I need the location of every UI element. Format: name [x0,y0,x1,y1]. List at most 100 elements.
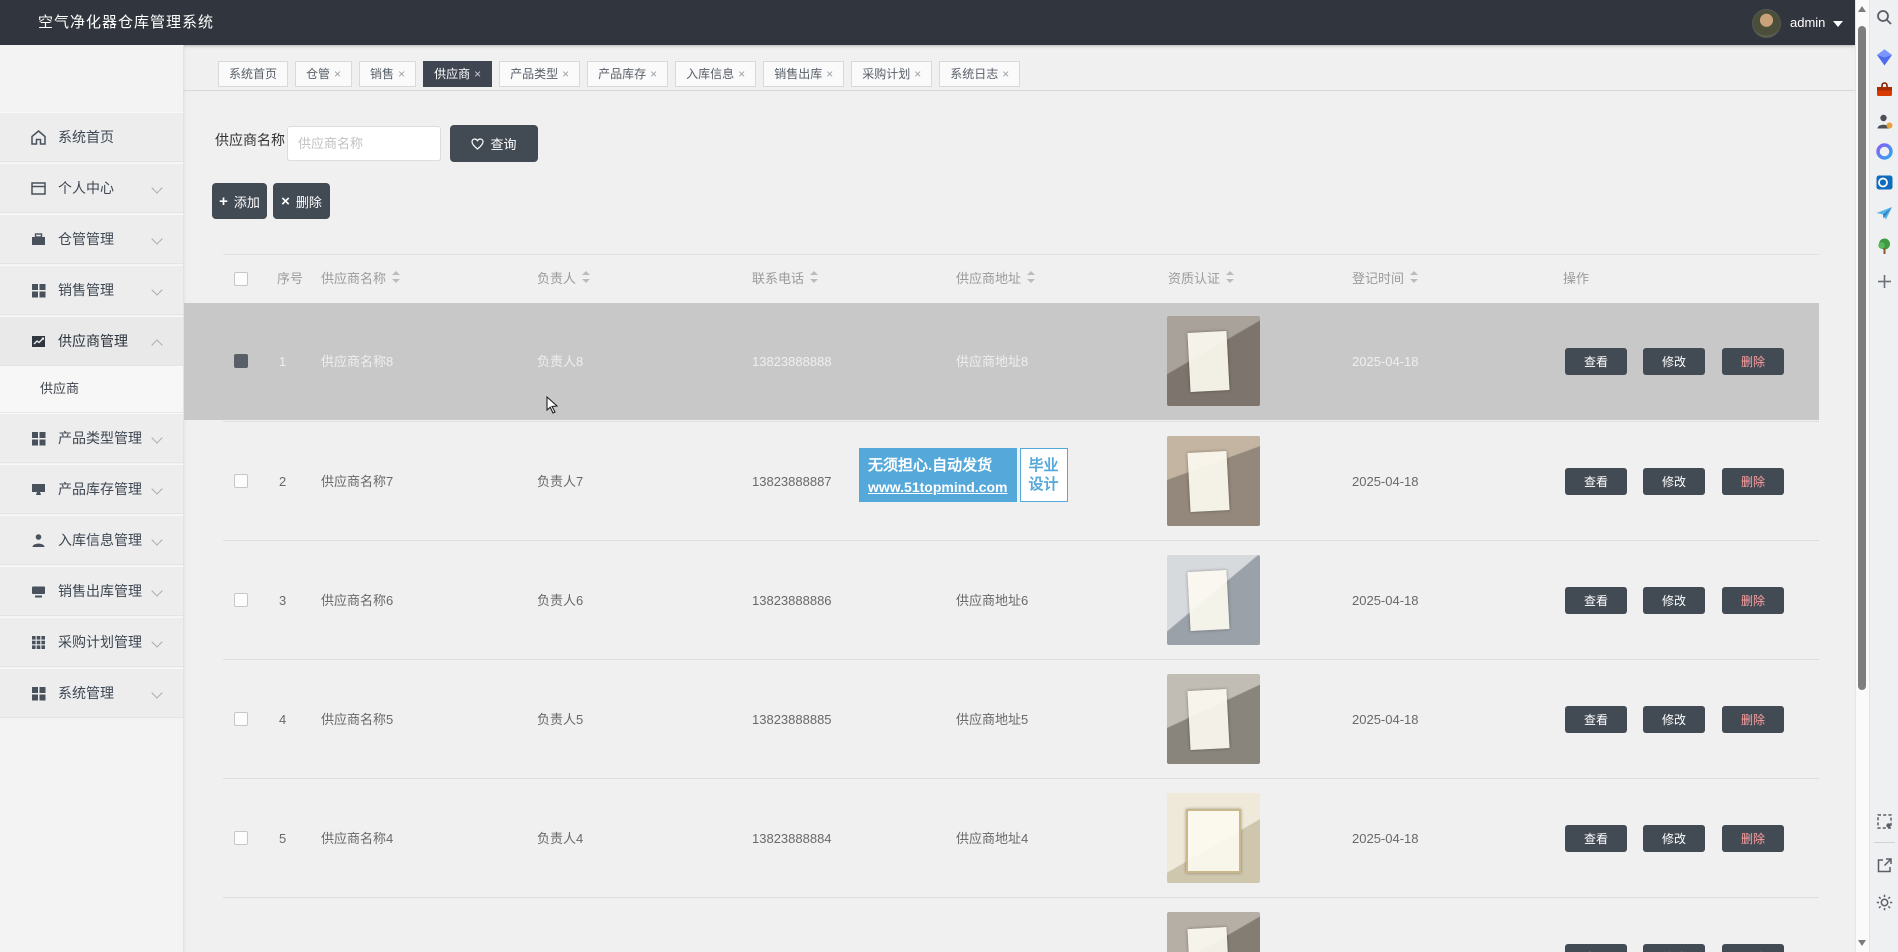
delete-row-button[interactable]: 删除 [1722,587,1784,614]
certificate-image[interactable] [1167,793,1260,883]
sidebar-item-sales-mgmt[interactable]: 销售管理 [0,265,183,315]
scrollbar-thumb[interactable] [1858,26,1866,690]
tab-sales[interactable]: 销售× [359,61,416,87]
scroll-up-arrow[interactable] [1858,6,1866,12]
edit-button[interactable]: 修改 [1643,944,1705,952]
certificate-image[interactable] [1167,436,1260,526]
row-checkbox[interactable] [234,354,248,368]
sidebar-item-warehouse-mgmt[interactable]: 仓管管理 [0,214,183,264]
close-icon[interactable]: × [562,67,569,81]
shopping-gem-icon[interactable] [1875,48,1894,67]
cell-num: 5 [279,779,286,898]
sidebar-item-system-mgmt[interactable]: 系统管理 [0,668,183,718]
sidebar-item-supplier-mgmt[interactable]: 供应商管理 [0,316,183,366]
sidebar-item-purchase-plan-mgmt[interactable]: 采购计划管理 [0,617,183,667]
select-all-checkbox[interactable] [234,272,248,286]
certificate-image[interactable] [1167,316,1260,406]
close-icon[interactable]: × [334,67,341,81]
close-icon[interactable]: × [826,67,833,81]
certificate-image[interactable] [1167,674,1260,764]
paper-plane-icon[interactable] [1875,204,1894,223]
sidebar-item-sales-outbound-mgmt[interactable]: 销售出库管理 [0,566,183,616]
sort-icon[interactable] [581,271,589,283]
col-header-date[interactable]: 登记时间 [1352,255,1417,302]
tab-purchase-plan[interactable]: 采购计划× [851,61,932,87]
tab-bar: 系统首页 仓管× 销售× 供应商× 产品类型× 产品库存× 入库信息× 销售出库… [218,61,1020,87]
delete-button[interactable]: ×删除 [273,183,330,219]
edit-button[interactable]: 修改 [1643,706,1705,733]
edit-button[interactable]: 修改 [1643,825,1705,852]
tab-system-home[interactable]: 系统首页 [218,61,288,87]
outlook-icon[interactable] [1875,173,1894,192]
sidebar-item-product-type-mgmt[interactable]: 产品类型管理 [0,413,183,463]
view-button[interactable]: 查看 [1565,587,1627,614]
col-header-phone[interactable]: 联系电话 [752,255,817,302]
delete-row-button[interactable]: 删除 [1722,944,1784,952]
close-icon[interactable]: × [1002,67,1009,81]
edit-button[interactable]: 修改 [1643,587,1705,614]
close-icon[interactable]: × [914,67,921,81]
row-checkbox[interactable] [234,831,248,845]
tab-inbound-info[interactable]: 入库信息× [675,61,756,87]
view-button[interactable]: 查看 [1565,706,1627,733]
vertical-scrollbar[interactable] [1855,0,1869,952]
screenshot-capture-icon[interactable] [1875,812,1894,831]
sort-icon[interactable] [1225,271,1233,283]
close-icon[interactable]: × [650,67,657,81]
close-icon[interactable]: × [474,67,481,81]
add-button[interactable]: +添加 [212,183,267,219]
col-header-address[interactable]: 供应商地址 [956,255,1034,302]
close-icon[interactable]: × [398,67,405,81]
sidebar-item-product-stock-mgmt[interactable]: 产品库存管理 [0,464,183,514]
tab-sales-outbound[interactable]: 销售出库× [763,61,844,87]
toolbox-icon[interactable] [1875,81,1894,100]
certificate-image[interactable] [1167,912,1260,952]
external-link-icon[interactable] [1875,856,1894,875]
view-button[interactable]: 查看 [1565,944,1627,952]
tree-icon[interactable] [1875,237,1894,256]
edit-button[interactable]: 修改 [1643,348,1705,375]
row-checkbox[interactable] [234,474,248,488]
row-checkbox[interactable] [234,712,248,726]
tab-system-log[interactable]: 系统日志× [939,61,1020,87]
col-header-owner[interactable]: 负责人 [537,255,589,302]
delete-row-button[interactable]: 删除 [1722,825,1784,852]
scroll-down-arrow[interactable] [1858,940,1866,946]
tab-warehouse[interactable]: 仓管× [295,61,352,87]
sort-icon[interactable] [1409,271,1417,283]
user-avatar[interactable] [1752,9,1781,38]
sidebar-item-inbound-info-mgmt[interactable]: 入库信息管理 [0,515,183,565]
tab-product-type[interactable]: 产品类型× [499,61,580,87]
delete-row-button[interactable]: 删除 [1722,468,1784,495]
delete-row-button[interactable]: 删除 [1722,348,1784,375]
edit-button[interactable]: 修改 [1643,468,1705,495]
chevron-down-icon [151,182,162,193]
sort-icon[interactable] [391,271,399,283]
tab-supplier[interactable]: 供应商× [423,61,492,87]
sort-icon[interactable] [809,271,817,283]
chevron-down-icon[interactable] [1833,21,1843,27]
gear-icon[interactable] [1875,893,1894,912]
close-icon[interactable]: × [738,67,745,81]
col-header-name[interactable]: 供应商名称 [321,255,399,302]
sort-icon[interactable] [1026,271,1034,283]
certificate-image[interactable] [1167,555,1260,645]
sidebar-subitem-supplier[interactable]: 供应商 [0,366,183,413]
search-icon[interactable] [1875,8,1894,27]
copilot-icon[interactable] [1875,142,1894,161]
grid-icon [30,685,47,702]
row-checkbox[interactable] [234,593,248,607]
view-button[interactable]: 查看 [1565,348,1627,375]
user-menu[interactable]: admin [1790,0,1825,45]
sidebar-item-personal-center[interactable]: 个人中心 [0,163,183,213]
profile-icon[interactable] [1875,112,1894,131]
view-button[interactable]: 查看 [1565,825,1627,852]
add-sidebar-icon[interactable] [1875,272,1894,291]
supplier-name-input[interactable] [287,126,441,161]
sidebar-item-home[interactable]: 系统首页 [0,112,183,162]
col-header-cert[interactable]: 资质认证 [1168,255,1233,302]
view-button[interactable]: 查看 [1565,468,1627,495]
tab-product-stock[interactable]: 产品库存× [587,61,668,87]
query-button[interactable]: 查询 [450,125,538,162]
delete-row-button[interactable]: 删除 [1722,706,1784,733]
